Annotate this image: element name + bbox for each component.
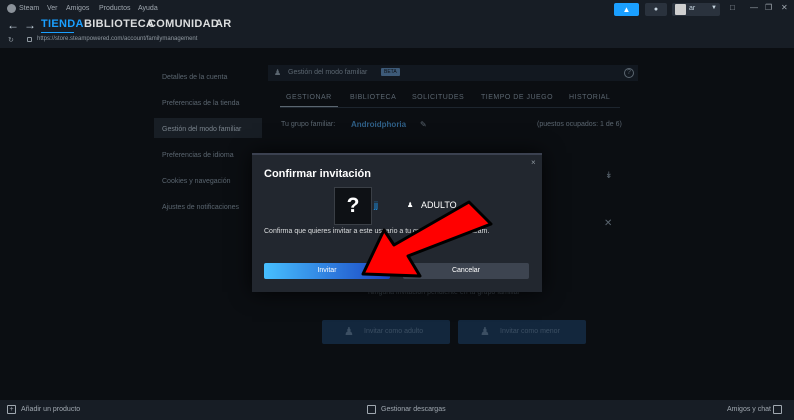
- invitee-username: jj: [374, 200, 378, 210]
- menu-productos[interactable]: Productos: [99, 5, 131, 12]
- invite-minor-label: Invitar como menor: [500, 328, 560, 335]
- pencil-icon[interactable]: ✎: [420, 120, 427, 129]
- back-arrow-icon[interactable]: ←: [7, 18, 19, 32]
- user-name: ar: [689, 5, 696, 12]
- sidebar-item-language[interactable]: Preferencias de idioma: [162, 152, 234, 159]
- invite-button[interactable]: Invitar: [264, 263, 390, 279]
- avatar-placeholder: ?: [346, 194, 360, 217]
- downloads-icon[interactable]: [367, 405, 376, 414]
- avatar: [675, 4, 686, 15]
- forward-arrow-icon[interactable]: →: [24, 18, 36, 32]
- megaphone-icon: ▲: [622, 5, 631, 14]
- sidebar-item-cookies[interactable]: Cookies y navegación: [162, 178, 231, 185]
- tab-historial[interactable]: HISTORIAL: [569, 94, 610, 101]
- beta-badge: BETA: [381, 68, 400, 76]
- tab-biblioteca[interactable]: BIBLIOTECA: [84, 18, 154, 30]
- group-label: Tu grupo familiar:: [281, 121, 336, 128]
- navigation-bar: ← → TIENDA BIBLIOTECA COMUNIDAD AR ↻ htt…: [0, 18, 794, 48]
- family-icon: ♟: [274, 68, 282, 77]
- group-name: Androidphoria: [351, 120, 407, 129]
- reload-icon[interactable]: ↻: [8, 36, 14, 44]
- tab-biblioteca-family[interactable]: BIBLIOTECA: [350, 94, 396, 101]
- steam-logo-icon[interactable]: [7, 4, 16, 13]
- close-dialog-icon[interactable]: ×: [531, 158, 536, 167]
- lock-icon: [27, 37, 32, 42]
- cancel-button[interactable]: Cancelar: [403, 263, 529, 279]
- minimize-icon[interactable]: —: [750, 3, 758, 12]
- tab-solicitudes[interactable]: SOLICITUDES: [412, 94, 464, 101]
- menu-ayuda[interactable]: Ayuda: [138, 5, 158, 12]
- person-icon: ♟: [480, 326, 490, 338]
- invite-minor-button[interactable]: ♟ Invitar como menor: [458, 320, 586, 344]
- announcements-button[interactable]: ▲: [614, 3, 639, 16]
- role-label: ADULTO: [421, 200, 457, 210]
- add-product-link[interactable]: Añadir un producto: [21, 406, 80, 413]
- manage-downloads-link[interactable]: Gestionar descargas: [381, 406, 446, 413]
- notifications-button[interactable]: ●: [645, 3, 667, 16]
- sidebar-item-store-preferences[interactable]: Preferencias de la tienda: [162, 100, 239, 107]
- help-icon[interactable]: ?: [624, 68, 634, 78]
- close-window-icon[interactable]: ✕: [781, 3, 788, 12]
- panel-header: ♟ Gestión del modo familiar BETA: [268, 65, 638, 81]
- close-icon[interactable]: ✕: [604, 218, 612, 229]
- expand-chevron-icon[interactable]: ↡: [605, 170, 613, 181]
- tabs-divider: [280, 107, 620, 108]
- big-picture-icon[interactable]: □: [730, 3, 735, 12]
- invite-adult-button[interactable]: ♟ Invitar como adulto: [322, 320, 450, 344]
- maximize-icon[interactable]: ❐: [765, 3, 772, 12]
- tab-comunidad[interactable]: COMUNIDAD: [148, 18, 219, 30]
- person-icon: ♟: [407, 202, 414, 209]
- menu-steam[interactable]: Steam: [19, 5, 39, 12]
- panel-title: Gestión del modo familiar: [288, 69, 368, 76]
- person-icon: ♟: [344, 326, 354, 338]
- sidebar-item-account-details[interactable]: Detalles de la cuenta: [162, 74, 227, 81]
- invite-adult-label: Invitar como adulto: [364, 328, 424, 335]
- slots-count: (puestos ocupados: 1 de 6): [537, 121, 622, 128]
- active-tab-underline: [41, 32, 74, 33]
- top-menu-bar: Steam Ver Amigos Productos Ayuda ▲ ● ar …: [0, 0, 794, 18]
- bottom-bar: + Añadir un producto Gestionar descargas…: [0, 400, 794, 420]
- confirm-message: Confirma que quieres invitar a este usua…: [264, 228, 490, 235]
- dialog-title: Confirmar invitación: [264, 168, 371, 180]
- tab-user[interactable]: AR: [215, 18, 232, 30]
- tab-gestionar[interactable]: GESTIONAR: [286, 94, 332, 101]
- avatar: ?: [334, 187, 372, 225]
- menu-amigos[interactable]: Amigos: [66, 5, 89, 12]
- bell-icon: ●: [653, 6, 659, 13]
- add-product-icon[interactable]: +: [7, 405, 16, 414]
- chevron-down-icon: ▼: [711, 5, 717, 11]
- tab-tienda[interactable]: TIENDA: [41, 18, 84, 30]
- chat-icon[interactable]: [773, 405, 782, 414]
- sidebar-item-notifications[interactable]: Ajustes de notificaciones: [162, 204, 239, 211]
- tab-tiempo-de-juego[interactable]: TIEMPO DE JUEGO: [481, 94, 553, 101]
- sidebar-item-family[interactable]: Gestión del modo familiar: [162, 126, 241, 133]
- url-text[interactable]: https://store.steampowered.com/account/f…: [37, 36, 197, 42]
- friends-chat-link[interactable]: Amigos y chat: [727, 406, 771, 413]
- menu-ver[interactable]: Ver: [47, 5, 58, 12]
- user-menu-button[interactable]: ar ▼: [672, 3, 720, 16]
- confirm-invite-dialog: × Confirmar invitación ? jj ♟ ADULTO Con…: [252, 153, 542, 292]
